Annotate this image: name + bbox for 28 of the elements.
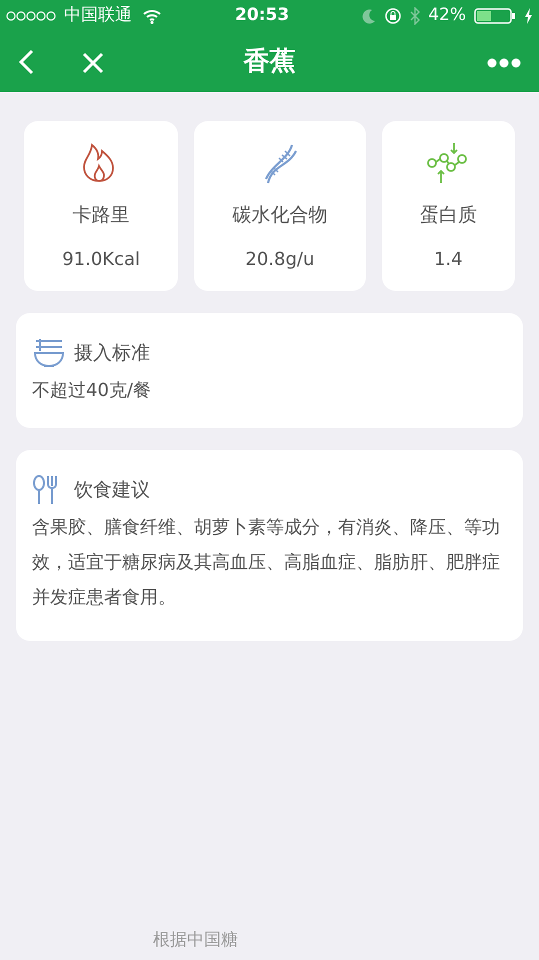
- nutrient-label: 蛋白质: [420, 203, 477, 228]
- nutrient-value: 1.4: [434, 248, 463, 272]
- back-icon: [18, 49, 34, 75]
- carrier-name: 中国联通: [64, 4, 132, 28]
- section-text: 不超过40克/餐: [32, 379, 152, 403]
- bluetooth-icon: [410, 7, 420, 25]
- bowl-icon: [32, 337, 66, 369]
- close-button[interactable]: [82, 50, 104, 74]
- nutrient-label: 卡路里: [72, 203, 130, 228]
- section-title: 摄入标准: [74, 340, 150, 366]
- rotation-lock-icon: [384, 7, 402, 25]
- signal-icon: [6, 9, 56, 23]
- section-title: 饮食建议: [74, 478, 150, 503]
- battery-percent: 42%: [428, 4, 466, 28]
- charging-icon: [524, 8, 534, 24]
- page-title: 香蕉: [244, 46, 296, 78]
- nutrient-value: 20.8g/u: [245, 248, 314, 272]
- back-button[interactable]: [18, 49, 34, 75]
- wifi-icon: [142, 8, 162, 24]
- battery-icon: [474, 8, 516, 24]
- nutrient-label: 碳水化合物: [232, 203, 328, 228]
- close-icon: [82, 52, 104, 74]
- status-time: 20:53: [235, 4, 290, 28]
- footer-text: 根据中国糖: [153, 929, 238, 952]
- more-icon: [487, 58, 521, 68]
- moon-icon: [362, 8, 376, 24]
- section-text: 含果胶、膳食纤维、胡萝卜素等成分，有消炎、降压、等功效，适宜于糖尿病及其高血压、高脂血症、脂肪肝、肥胖症并发症患者食用。: [32, 516, 501, 610]
- nutrient-value: 91.0Kcal: [62, 248, 140, 272]
